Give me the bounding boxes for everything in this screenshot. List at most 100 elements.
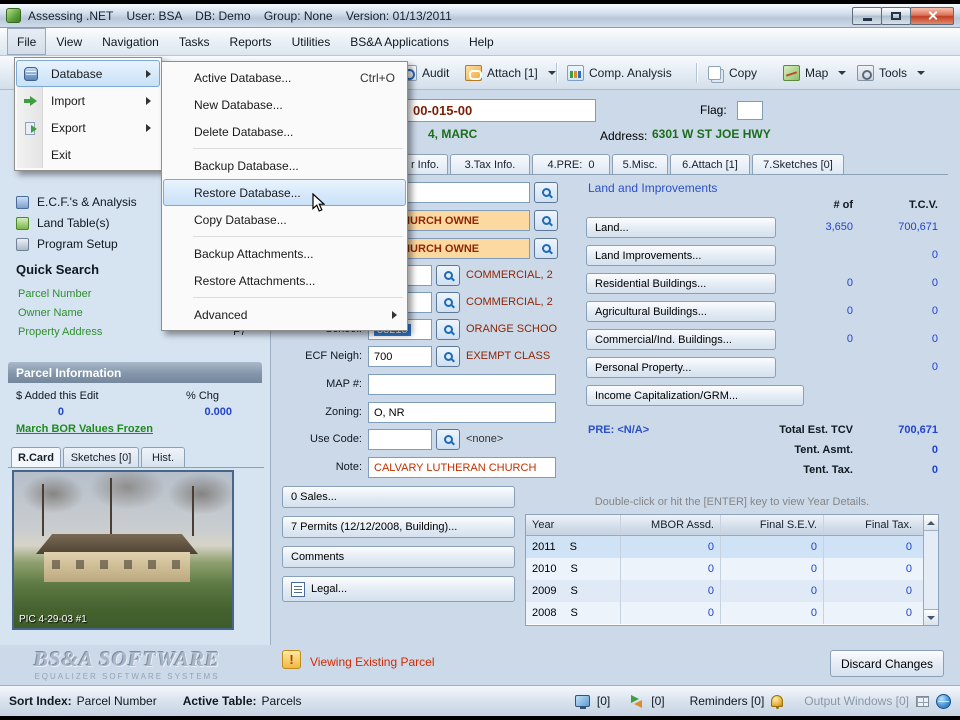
commercial-buildings-button[interactable]: Commercial/Ind. Buildings... (586, 329, 776, 350)
map-button[interactable]: Map (776, 59, 853, 86)
tab-pre[interactable]: 4.PRE: 0 (532, 154, 610, 175)
menu-navigation[interactable]: Navigation (92, 28, 169, 55)
tcv-column-header: T.C.V. (909, 199, 938, 211)
database-icon (24, 66, 38, 81)
year-row-2009[interactable]: 2009 S 0 0 0 (526, 580, 923, 602)
comp-analysis-button[interactable]: Comp. Analysis (560, 59, 679, 86)
menu-item-import[interactable]: Import (16, 87, 160, 114)
added-this-edit-value: 0 (57, 406, 64, 418)
export-icon (24, 121, 38, 135)
reminders-label[interactable]: Reminders [0] (690, 694, 765, 708)
ecf-lookup-button[interactable] (436, 346, 460, 367)
menu-item-advanced[interactable]: Advanced (163, 301, 406, 328)
sales-button[interactable]: 0 Sales... (282, 486, 515, 508)
attach-button[interactable]: Attach [1] (458, 59, 563, 86)
menu-item-delete-database[interactable]: Delete Database... (163, 118, 406, 145)
statusbar: Sort Index: Parcel Number Active Table: … (0, 685, 960, 716)
menu-item-exit[interactable]: Exit (16, 141, 160, 168)
minimize-button[interactable] (852, 6, 882, 25)
menu-view[interactable]: View (46, 28, 92, 55)
tab-history[interactable]: Hist. (141, 447, 185, 468)
photo-caption: PIC 4-29-03 #1 (19, 614, 87, 625)
owner-lookup-button[interactable] (534, 182, 558, 203)
note-field[interactable]: CALVARY LUTHERAN CHURCH (368, 457, 556, 478)
use-code-field[interactable] (368, 429, 432, 450)
zoning-field[interactable]: O, NR (368, 402, 556, 423)
session-monitor-icon[interactable] (574, 695, 590, 709)
menu-bsa-applications[interactable]: BS&A Applications (340, 28, 459, 55)
menu-item-backup-attachments[interactable]: Backup Attachments... (163, 240, 406, 267)
bor-frozen-note[interactable]: March BOR Values Frozen (16, 423, 153, 435)
menubar: File View Navigation Tasks Reports Utili… (0, 28, 960, 56)
active-table-label: Active Table: (182, 694, 257, 708)
output-windows-icon[interactable] (916, 695, 929, 707)
output-windows-label[interactable]: Output Windows [0] (804, 694, 909, 708)
scroll-down-icon[interactable] (924, 609, 938, 625)
tools-button[interactable]: Tools (850, 59, 932, 86)
flag-field[interactable] (737, 101, 763, 120)
tab-sketches-card[interactable]: Sketches [0] (63, 447, 139, 468)
sort-index-value: Parcel Number (76, 694, 157, 708)
taxpayer-lookup-button[interactable] (534, 210, 558, 231)
zoning-label: Zoning: (325, 406, 362, 418)
personal-property-button[interactable]: Personal Property... (586, 357, 776, 378)
menu-item-database[interactable]: Database (16, 60, 160, 87)
close-button[interactable] (910, 6, 954, 25)
globe-icon[interactable] (936, 693, 951, 709)
discard-changes-button[interactable]: Discard Changes (830, 650, 944, 677)
active-table-value: Parcels (261, 694, 302, 708)
menu-item-new-database[interactable]: New Database... (163, 91, 406, 118)
menu-tasks[interactable]: Tasks (169, 28, 220, 55)
menu-item-backup-database[interactable]: Backup Database... (163, 152, 406, 179)
tent-tax-value: 0 (931, 464, 938, 476)
menu-file[interactable]: File (7, 28, 47, 55)
menu-item-export[interactable]: Export (16, 114, 160, 141)
menu-help[interactable]: Help (459, 28, 504, 55)
tent-asmt-label: Tent. Asmt. (794, 444, 853, 456)
class-lookup-button[interactable] (436, 265, 460, 286)
agricultural-buildings-button[interactable]: Agricultural Buildings... (586, 301, 776, 322)
year-row-2008[interactable]: 2008 S 0 0 0 (526, 602, 923, 624)
use-code-lookup-button[interactable] (436, 429, 460, 450)
maximize-button[interactable] (881, 6, 911, 25)
menu-reports[interactable]: Reports (220, 28, 282, 55)
tab-tax-info[interactable]: 3.Tax Info. (450, 154, 530, 175)
comments-button[interactable]: Comments (282, 546, 515, 568)
menu-item-restore-database[interactable]: Restore Database... (163, 179, 406, 206)
legal-button[interactable]: Legal... (282, 576, 515, 602)
use-code-description: <none> (466, 433, 504, 445)
year-row-2010[interactable]: 2010 S 0 0 0 (526, 558, 923, 580)
permits-button[interactable]: 7 Permits (12/12/2008, Building)... (282, 516, 515, 538)
bell-icon[interactable] (771, 695, 784, 709)
school-lookup-button[interactable] (436, 319, 460, 340)
tab-misc[interactable]: 5.Misc. (612, 154, 668, 175)
residential-buildings-button[interactable]: Residential Buildings... (586, 273, 776, 294)
tab-rcard[interactable]: R.Card (11, 447, 61, 468)
sync-icon[interactable] (629, 694, 644, 708)
ecf-neigh-field[interactable]: 700 (368, 346, 432, 367)
income-capitalization-button[interactable]: Income Capitalization/GRM... (586, 385, 804, 406)
year-row-2011[interactable]: 2011 S 0 0 0 (526, 536, 923, 558)
tab-sketches[interactable]: 7.Sketches [0] (752, 154, 844, 175)
year-table-scrollbar[interactable] (923, 515, 938, 625)
magnifier-icon (443, 352, 453, 361)
menu-item-active-database[interactable]: Active Database... Ctrl+O (163, 64, 406, 91)
menu-utilities[interactable]: Utilities (282, 28, 341, 55)
land-improvements-button[interactable]: Land Improvements... (586, 245, 776, 266)
prev-class-description: COMMERCIAL, 2 (466, 296, 553, 308)
magnifier-icon (541, 188, 551, 197)
map-number-field[interactable] (368, 374, 556, 395)
tab-attach[interactable]: 6.Attach [1] (670, 154, 750, 175)
menu-item-copy-database[interactable]: Copy Database... (163, 206, 406, 233)
menu-item-restore-attachments[interactable]: Restore Attachments... (163, 267, 406, 294)
magnifier-icon (541, 244, 551, 253)
land-button[interactable]: Land... (586, 217, 776, 238)
minimize-icon (862, 17, 872, 21)
taxpayer2-lookup-button[interactable] (534, 238, 558, 259)
copy-button[interactable]: Copy (701, 59, 764, 86)
sort-index-label: Sort Index: (9, 694, 72, 708)
scroll-up-icon[interactable] (924, 515, 938, 531)
prev-class-lookup-button[interactable] (436, 292, 460, 313)
submenu-arrow-icon (146, 123, 151, 132)
tab-owner-info[interactable]: r Info. (402, 154, 448, 175)
